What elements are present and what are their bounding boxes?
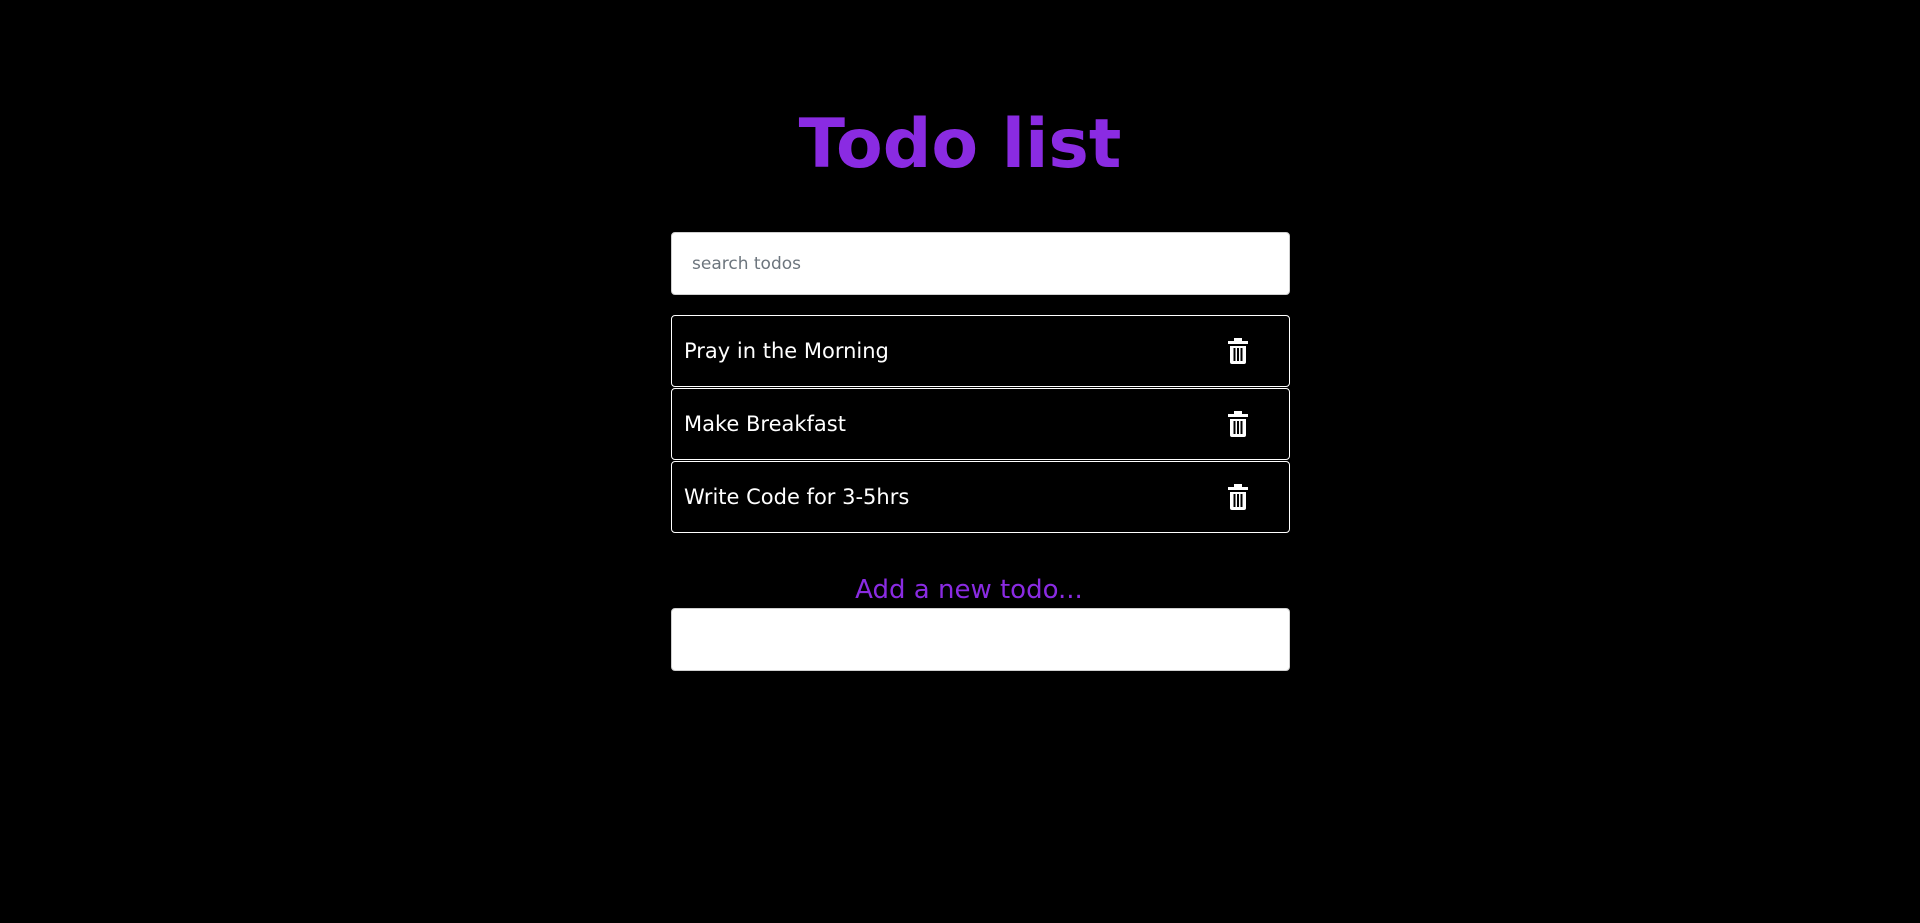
todo-text: Pray in the Morning [684, 339, 889, 363]
list-item: Write Code for 3-5hrs [671, 461, 1290, 533]
trash-icon[interactable] [1227, 338, 1249, 364]
page-title: Todo list [798, 105, 1122, 184]
list-item: Make Breakfast [671, 388, 1290, 460]
todo-app: Todo list Pray in the Morning Make Break… [0, 0, 1920, 923]
add-todo-label: Add a new todo... [855, 575, 1083, 605]
trash-icon[interactable] [1227, 484, 1249, 510]
todo-container: Pray in the Morning Make Breakfast [671, 232, 1290, 534]
todo-text: Write Code for 3-5hrs [684, 485, 910, 509]
search-input[interactable] [671, 232, 1290, 295]
add-todo-input[interactable] [671, 608, 1290, 671]
list-item: Pray in the Morning [671, 315, 1290, 387]
todo-text: Make Breakfast [684, 412, 846, 436]
todo-list: Pray in the Morning Make Breakfast Write… [671, 315, 1290, 533]
trash-icon[interactable] [1227, 411, 1249, 437]
